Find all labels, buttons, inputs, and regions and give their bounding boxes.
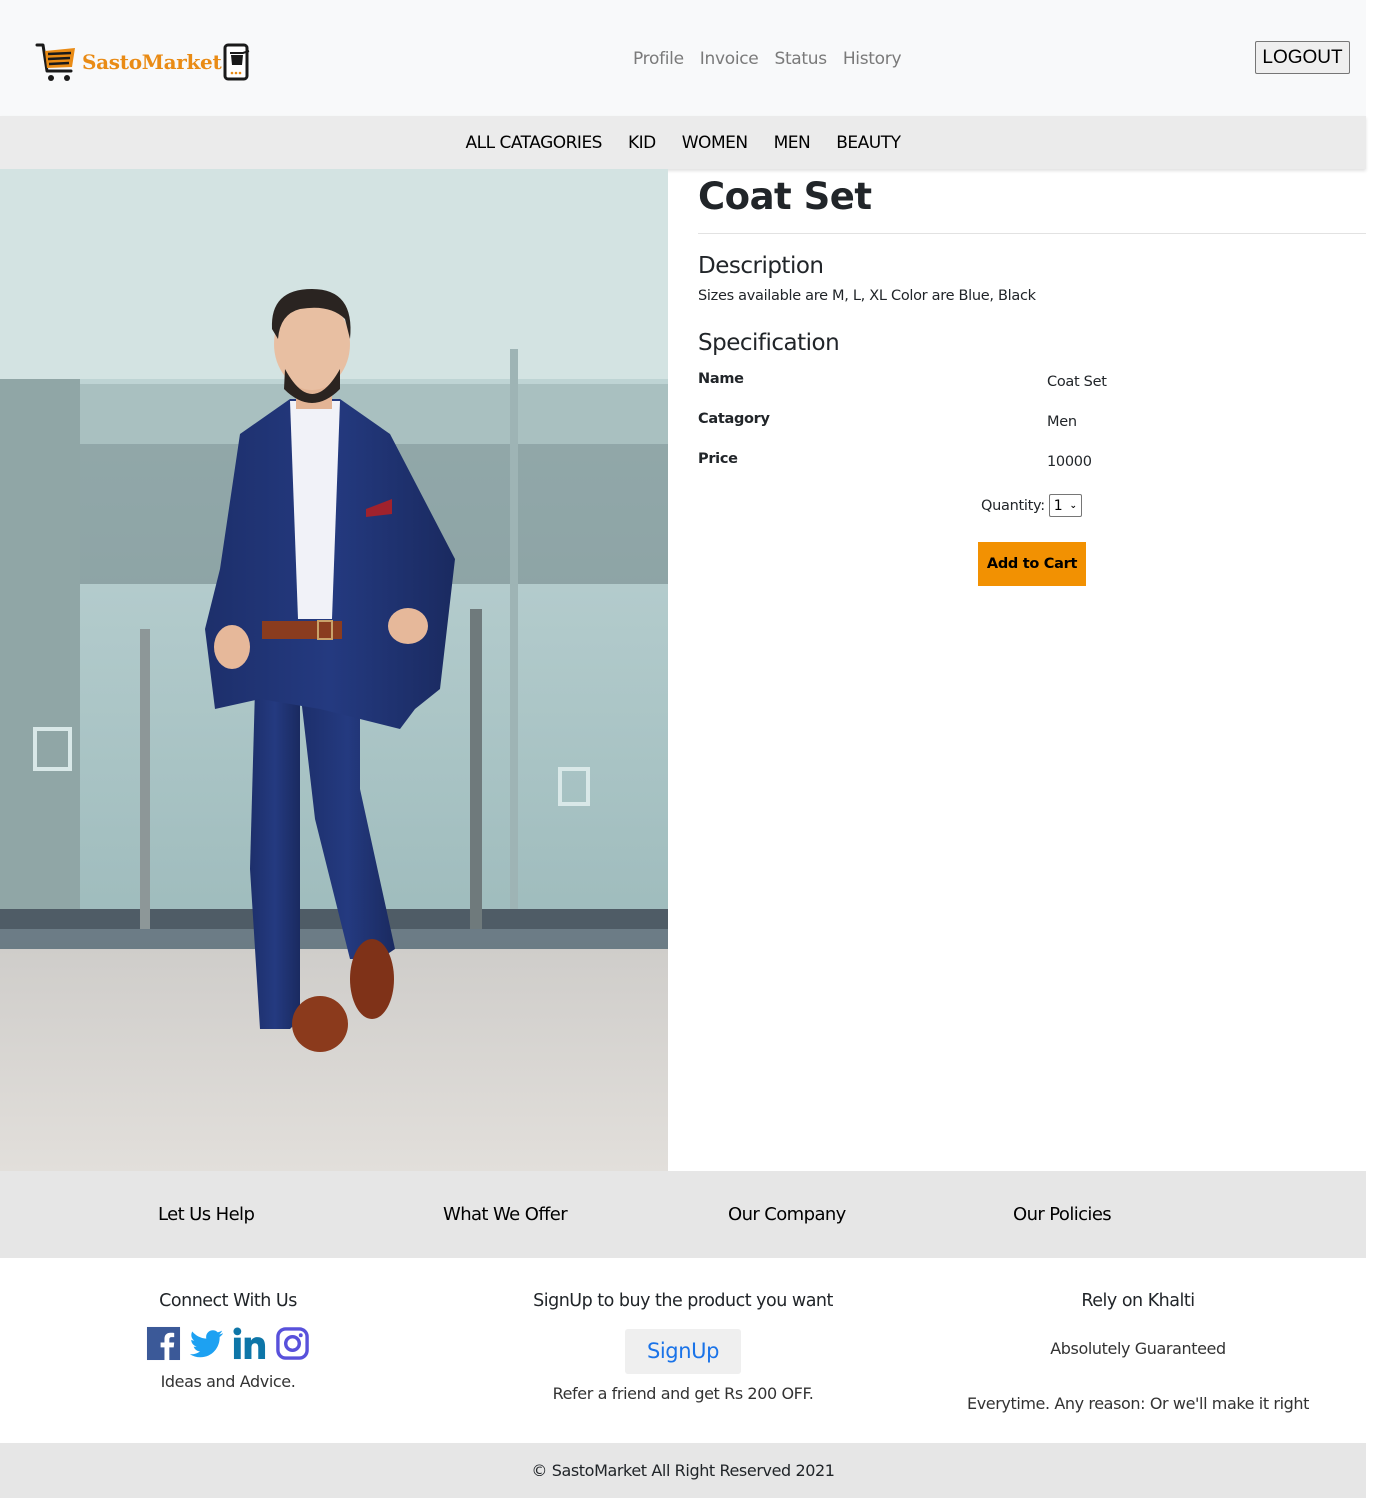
spec-row: Name Coat Set: [698, 371, 1366, 411]
footer-links: Let Us Help What We Offer Our Company Ou…: [0, 1171, 1366, 1258]
guarantee-detail: Everytime. Any reason: Or we'll make it …: [966, 1394, 1310, 1413]
brand-name: SastoMarket: [82, 50, 222, 74]
specification-table: Name Coat Set Catagory Men Price 10000: [698, 371, 1366, 491]
khalti-title: Rely on Khalti: [1081, 1291, 1195, 1311]
signup-title: SignUp to buy the product you want: [533, 1291, 833, 1311]
facebook-icon[interactable]: [146, 1326, 181, 1361]
brand-logo[interactable]: SastoMarket: [35, 41, 251, 83]
social-links: [118, 1325, 338, 1361]
specification-heading: Specification: [698, 330, 840, 356]
spec-label-name: Name: [698, 371, 744, 387]
spec-value-price: 10000: [1047, 454, 1092, 470]
account-nav: Profile Invoice Status History: [625, 46, 909, 72]
mobile-shop-icon: [223, 43, 250, 81]
product-title: Coat Set: [698, 175, 872, 218]
add-to-cart-button[interactable]: Add to Cart: [978, 542, 1086, 586]
product-description: Sizes available are M, L, XL Color are B…: [698, 288, 1036, 304]
category-beauty[interactable]: BEAUTY: [836, 133, 901, 153]
top-header: SastoMarket Profile Invoice Status Histo…: [0, 0, 1366, 116]
connect-section: Connect With Us Ideas and Advice.: [118, 1258, 338, 1391]
spec-label-price: Price: [698, 451, 738, 467]
quantity-value: 1: [1053, 497, 1063, 514]
product-image: [0, 169, 668, 1171]
category-all[interactable]: ALL CATAGORIES: [466, 133, 603, 153]
copyright-text: © SastoMarket All Right Reserved 2021: [531, 1461, 835, 1480]
nav-invoice[interactable]: Invoice: [692, 46, 767, 72]
spec-row: Catagory Men: [698, 411, 1366, 451]
twitter-icon[interactable]: [189, 1326, 224, 1361]
linkedin-icon[interactable]: [232, 1326, 267, 1361]
spec-row: Price 10000: [698, 451, 1366, 491]
signup-section: SignUp to buy the product you want SignU…: [500, 1258, 866, 1403]
footer-main: Connect With Us Ideas and Advice. SignUp…: [0, 1258, 1366, 1443]
category-women[interactable]: WOMEN: [682, 133, 748, 153]
category-kid[interactable]: KID: [628, 133, 656, 153]
title-divider: [698, 233, 1366, 234]
nav-history[interactable]: History: [835, 46, 909, 72]
signup-button[interactable]: SignUp: [625, 1329, 741, 1374]
shopping-cart-icon: [35, 43, 75, 81]
footer-link-offer[interactable]: What We Offer: [443, 1204, 568, 1225]
quantity-select[interactable]: 1 ⌄: [1048, 494, 1082, 517]
logout-button[interactable]: LOGOUT: [1255, 41, 1350, 74]
footer-link-policies[interactable]: Our Policies: [1013, 1204, 1112, 1225]
product-details: Coat Set Description Sizes available are…: [698, 169, 1366, 586]
nav-status[interactable]: Status: [766, 46, 834, 72]
footer-link-company[interactable]: Our Company: [728, 1204, 846, 1225]
footer-link-help[interactable]: Let Us Help: [158, 1204, 255, 1225]
quantity-label: Quantity:: [981, 497, 1045, 514]
category-men[interactable]: MEN: [774, 133, 811, 153]
description-heading: Description: [698, 253, 824, 279]
category-nav: ALL CATAGORIES KID WOMEN MEN BEAUTY: [0, 116, 1366, 169]
nav-profile[interactable]: Profile: [625, 46, 692, 72]
guarantee-line: Absolutely Guaranteed: [1050, 1339, 1226, 1358]
connect-title: Connect With Us: [159, 1291, 297, 1311]
spec-value-category: Men: [1047, 414, 1077, 430]
khalti-section: Rely on Khalti Absolutely Guaranteed Eve…: [940, 1258, 1336, 1413]
spec-value-name: Coat Set: [1047, 374, 1107, 390]
quantity-control: Quantity: 1 ⌄: [981, 494, 1082, 517]
connect-tagline: Ideas and Advice.: [160, 1372, 296, 1391]
instagram-icon[interactable]: [275, 1326, 310, 1361]
copyright-bar: © SastoMarket All Right Reserved 2021: [0, 1443, 1366, 1498]
product-photo-illustration: [0, 169, 668, 1171]
spec-label-category: Catagory: [698, 411, 770, 427]
chevron-down-icon: ⌄: [1069, 500, 1078, 511]
referral-note: Refer a friend and get Rs 200 OFF.: [552, 1384, 814, 1403]
